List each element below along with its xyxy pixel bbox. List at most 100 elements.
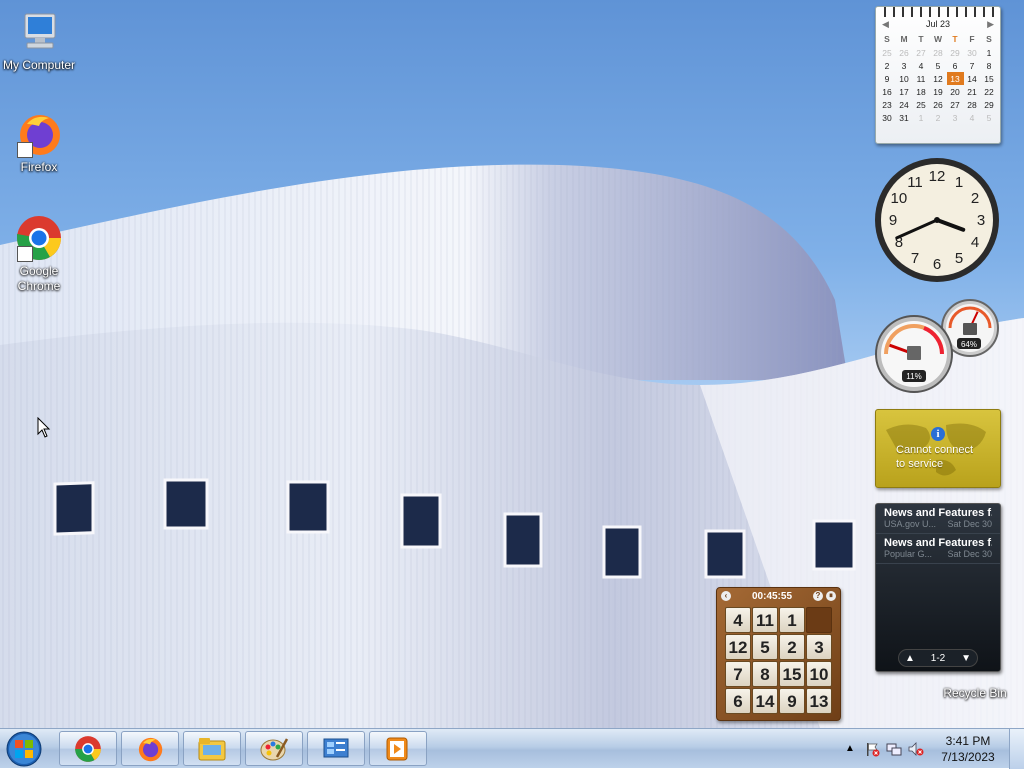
- puzzle-tile[interactable]: 5: [752, 634, 778, 660]
- puzzle-tile[interactable]: 9: [779, 688, 805, 714]
- puzzle-tile[interactable]: 15: [779, 661, 805, 687]
- feed-headlines-gadget[interactable]: News and Features f... USA.gov U... Sat D…: [875, 503, 1001, 672]
- puzzle-tile[interactable]: 1: [779, 607, 805, 633]
- desktop-icon-firefox[interactable]: Firefox: [0, 110, 78, 175]
- clock-gadget[interactable]: 1 2 3 4 5 6 7 8 9 10 11 12: [873, 156, 1001, 289]
- puzzle-tile[interactable]: 7: [725, 661, 751, 687]
- calendar-day[interactable]: 27: [913, 46, 930, 59]
- calendar-day[interactable]: 27: [947, 98, 964, 111]
- calendar-day[interactable]: 29: [947, 46, 964, 59]
- taskbar-paint-button[interactable]: [245, 731, 303, 766]
- calendar-day[interactable]: 4: [913, 59, 930, 72]
- weather-gadget[interactable]: i Cannot connect to service: [875, 409, 1001, 488]
- computer-icon: [15, 8, 63, 56]
- calendar-day[interactable]: 30: [879, 111, 896, 124]
- desktop-icon-google-chrome[interactable]: Google Chrome: [0, 214, 78, 294]
- taskbar-clock[interactable]: 3:41 PM 7/13/2023: [927, 733, 1009, 765]
- calendar-day[interactable]: 25: [879, 46, 896, 59]
- calendar-day[interactable]: 6: [947, 59, 964, 72]
- calendar-day[interactable]: 1: [981, 46, 998, 59]
- puzzle-tile[interactable]: 14: [752, 688, 778, 714]
- calendar-day[interactable]: 23: [879, 98, 896, 111]
- taskbar: ▲ 3:41 PM 7/13/2023: [0, 728, 1024, 769]
- calendar-day[interactable]: 8: [981, 59, 998, 72]
- show-desktop-button[interactable]: [1009, 729, 1024, 769]
- calendar-day[interactable]: 19: [930, 85, 947, 98]
- picture-puzzle-gadget[interactable]: ‹ 00:45:55 ? ⏸ 4 11 1 12 5 2 3 7 8 15 10 6 14 9 13: [716, 587, 841, 721]
- calendar-day[interactable]: 12: [930, 72, 947, 85]
- puzzle-tile[interactable]: 3: [806, 634, 832, 660]
- network-icon[interactable]: [886, 741, 902, 757]
- previous-month-arrow-icon[interactable]: ◀: [882, 19, 889, 30]
- weather-message-line1: Cannot connect: [896, 444, 974, 456]
- calendar-day[interactable]: 26: [896, 46, 913, 59]
- taskbar-control-panel-button[interactable]: [307, 731, 365, 766]
- puzzle-tile[interactable]: 13: [806, 688, 832, 714]
- calendar-day[interactable]: 22: [981, 85, 998, 98]
- action-center-flag-icon[interactable]: [864, 741, 880, 757]
- calendar-day[interactable]: 1: [913, 111, 930, 124]
- calendar-day[interactable]: 25: [913, 98, 930, 111]
- taskbar-file-explorer-button[interactable]: [183, 731, 241, 766]
- calendar-grid: SMTWTFS 25 26 27 28 29 30 1 2 3 4 5 6 7 8 9 10 11 12 13 14 1…: [879, 32, 998, 124]
- calendar-day[interactable]: 31: [896, 111, 913, 124]
- calendar-day[interactable]: 18: [913, 85, 930, 98]
- calendar-gadget[interactable]: ◀ Jul 23 ▶ SMTWTFS 25 26 27 28 29 30 1 2 3 4 5 6 7 8 9…: [875, 6, 1001, 144]
- puzzle-tile[interactable]: 10: [806, 661, 832, 687]
- calendar-day[interactable]: 10: [896, 72, 913, 85]
- volume-muted-icon[interactable]: [908, 741, 924, 757]
- calendar-day[interactable]: 29: [981, 98, 998, 111]
- calendar-day[interactable]: 24: [896, 98, 913, 111]
- calendar-day[interactable]: 28: [930, 46, 947, 59]
- calendar-day[interactable]: 4: [964, 111, 981, 124]
- mouse-cursor-icon: [37, 417, 51, 438]
- chrome-icon: [75, 735, 101, 762]
- calendar-day[interactable]: 3: [896, 59, 913, 72]
- next-month-arrow-icon[interactable]: ▶: [987, 19, 994, 30]
- calendar-day[interactable]: 20: [947, 85, 964, 98]
- taskbar-chrome-button[interactable]: [59, 731, 117, 766]
- feed-next-arrow-icon[interactable]: ▼: [961, 653, 971, 664]
- calendar-day[interactable]: 17: [896, 85, 913, 98]
- feed-item[interactable]: News and Features f... USA.gov U... Sat D…: [876, 504, 1000, 534]
- puzzle-tile[interactable]: 2: [779, 634, 805, 660]
- calendar-day[interactable]: 13: [946, 72, 964, 85]
- calendar-day[interactable]: 26: [930, 98, 947, 111]
- taskbar-firefox-button[interactable]: [121, 731, 179, 766]
- calendar-binding: [880, 7, 996, 17]
- calendar-weekday: S: [986, 34, 992, 44]
- puzzle-tile[interactable]: 6: [725, 688, 751, 714]
- feed-previous-arrow-icon[interactable]: ▲: [905, 653, 915, 664]
- show-hidden-icons-chevron-icon[interactable]: ▲: [842, 741, 858, 757]
- calendar-day[interactable]: 14: [964, 72, 981, 85]
- puzzle-tile[interactable]: 11: [752, 607, 778, 633]
- puzzle-back-icon[interactable]: ‹: [721, 591, 731, 601]
- calendar-day[interactable]: 11: [913, 72, 930, 85]
- puzzle-tile[interactable]: 12: [725, 634, 751, 660]
- calendar-day[interactable]: 30: [964, 46, 981, 59]
- calendar-day[interactable]: 2: [879, 59, 896, 72]
- calendar-day[interactable]: 2: [930, 111, 947, 124]
- calendar-day[interactable]: 28: [964, 98, 981, 111]
- calendar-day[interactable]: 7: [964, 59, 981, 72]
- puzzle-hint-icon[interactable]: ?: [813, 591, 823, 601]
- puzzle-pause-icon[interactable]: ⏸: [826, 591, 836, 601]
- feed-pager: ▲ 1-2 ▼: [898, 649, 978, 667]
- calendar-day[interactable]: 3: [947, 111, 964, 124]
- calendar-day[interactable]: 16: [879, 85, 896, 98]
- taskbar-media-player-button[interactable]: [369, 731, 427, 766]
- puzzle-tile[interactable]: 4: [725, 607, 751, 633]
- info-icon: i: [931, 427, 945, 441]
- puzzle-tile[interactable]: 8: [752, 661, 778, 687]
- desktop-icon-my-computer[interactable]: My Computer: [0, 8, 78, 73]
- cpu-meter-gadget[interactable]: 11% 64%: [874, 298, 1000, 399]
- start-button[interactable]: [3, 730, 45, 768]
- calendar-day[interactable]: 9: [879, 72, 896, 85]
- paint-palette-icon: [260, 737, 289, 760]
- calendar-day[interactable]: 15: [981, 72, 998, 85]
- calendar-day[interactable]: 21: [964, 85, 981, 98]
- calendar-day[interactable]: 5: [981, 111, 998, 124]
- feed-item[interactable]: News and Features f... Popular G... Sat D…: [876, 534, 1000, 564]
- desktop[interactable]: My Computer Firefox Google Chrome Recycl…: [0, 0, 1024, 728]
- calendar-day[interactable]: 5: [930, 59, 947, 72]
